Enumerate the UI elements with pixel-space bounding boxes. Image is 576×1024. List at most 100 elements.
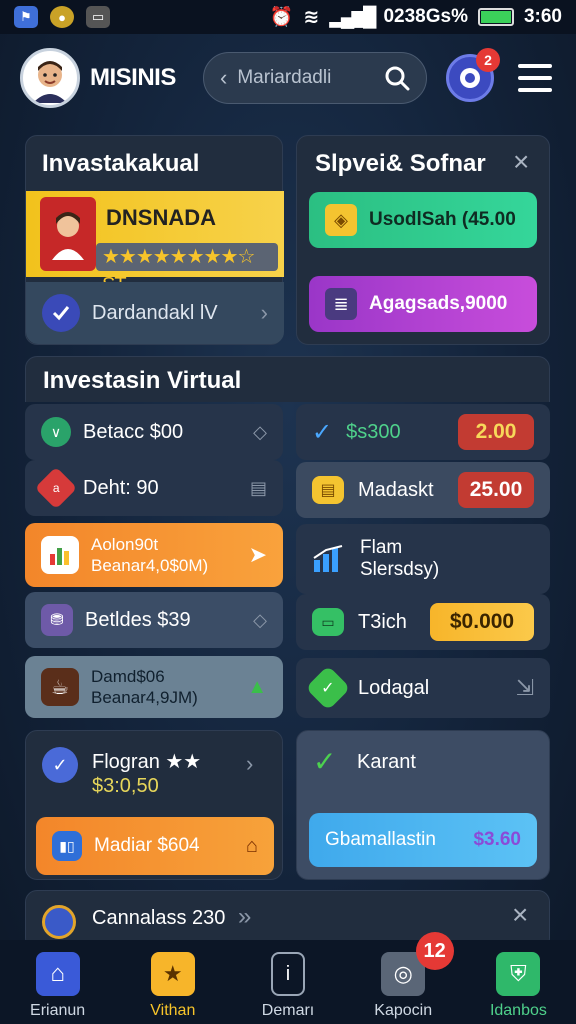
row-line1: Aolon90t [91,535,159,554]
nav-item-vithan[interactable]: ★ Vithan [115,940,230,1024]
close-icon[interactable]: × [512,899,528,931]
app-notification-icon: ⚑ [14,6,38,28]
nav-label: Vithan [150,1002,196,1019]
nav-label: Idanbos [489,1002,547,1019]
shield-check-icon [42,294,80,332]
shield-icon: ⛨ [496,952,541,996]
investment-card: Invastakakual DNSNADA ★★★★★★★★☆ ST Darda… [25,135,284,345]
orange-action-button[interactable]: ▮▯ Madiar $604 ⌂ [36,817,274,875]
row-label: T3ich [358,610,407,633]
alert-diamond-icon: a [34,466,78,510]
chevron-right-icon: › [260,300,268,325]
status-bar: ⚑ ● ▭ ⏰ ≋ ▂▄▆█ 0238Gs% 3:60 [0,0,576,34]
list-item-flam[interactable]: Flam Slersdsy) [296,524,550,594]
row-label: Dardandakl lV [92,301,218,324]
list-item-s300[interactable]: ✓ $s300 2.00 [296,404,550,460]
nav-label: Erianun [30,1002,86,1019]
back-arrow-icon[interactable]: ‹ [220,65,227,91]
user-avatar-icon [33,61,67,103]
row-line1: Damd$06 [91,667,165,686]
search-bar[interactable]: ‹ Mariardadli [203,52,427,104]
triangle-up-icon: ▲ [247,675,267,698]
chart-star-icon: ★ [150,952,195,996]
double-chevron-icon[interactable]: » [238,903,251,931]
row-label: Cannalass 230 [92,907,226,929]
nav-label: Demarı [261,1002,315,1019]
cash-icon: ▭ [312,608,344,636]
list-item-debt[interactable]: a Deht: 90 ▤ [25,460,283,516]
services-card: Slpvei& Sofnar × ◈ UsodlSah (45.00 ≣ Aga… [296,135,550,345]
list-item-tich[interactable]: ▭ T3ich $0.000 [296,594,550,650]
search-icon[interactable] [384,65,410,91]
section-header: Investasin Virtual [25,356,550,402]
nav-item-home[interactable]: ⌂ Erianun [0,940,115,1024]
row-label: $s300 [346,420,401,443]
value-pill: 2.00 [458,414,534,450]
banner-name: DNSNADA [106,205,216,230]
green-action-button[interactable]: ◈ UsodlSah (45.00 [309,192,537,248]
close-icon[interactable]: × [513,146,529,178]
bar-chart-icon [41,536,79,574]
chevron-right-icon[interactable]: › [246,751,253,777]
nav-item-kapocin[interactable]: ◎ Kapocin 12 [346,932,461,1024]
row-label: Betldes $39 [85,608,191,631]
card-title: Slpvei& Sofnar [315,150,486,177]
checkmark-icon: ✓ [313,746,337,777]
refresh-icon [42,905,76,939]
list-item-madaskt[interactable]: ▤ Madaskt 25.00 [296,462,550,518]
alarm-icon: ⏰ [269,7,294,28]
list-item-betldes[interactable]: ⛃ Betldes $39 ◇ [25,592,283,648]
app-title: MISINIS [90,64,176,91]
row-line2: Slersdsy) [360,559,440,580]
list-item-orange[interactable]: Aolon90t Beanar4,0$0M) ➤ [25,523,283,587]
check-diamond-icon: ✓ [305,665,351,711]
green-button-label: UsodlSah (45.00 [369,209,516,230]
purple-button-label: Agagsads,9000 [369,293,508,314]
blue-action-button[interactable]: Gbamallastin $3.60 [309,813,537,867]
coins-icon: ⛃ [41,604,73,636]
home-icon: ⌂ [245,834,258,857]
value-pill: $0.000 [430,603,534,641]
arrow-icon: ⇲ [515,675,534,700]
search-input[interactable]: Mariardadli [237,67,374,89]
stack-icon: ≣ [325,288,357,320]
purple-action-button[interactable]: ≣ Agagsads,9000 [309,276,537,332]
nav-label: Kapocin [374,1002,433,1019]
row-label: Madaskt [358,478,434,501]
row-label: Lodagal [358,676,430,699]
checkmark-icon: ✓ [312,418,333,446]
card-title: Karant [357,751,416,773]
karant-card: ✓ Karant Gbamallastin $3.60 [296,730,550,880]
check-badge-icon: ✓ [42,747,78,783]
nav-item-idanbos[interactable]: ⛨ Idanbos [461,940,576,1024]
notification-badge: 12 [415,932,454,970]
row-dashboard[interactable]: Dardandakl lV › [26,282,284,344]
bottom-navigation: ⌂ Erianun ★ Vithan i Demarı ◎ Kapocin 12… [0,932,576,1024]
battery-icon [477,8,514,26]
list-item-betacc[interactable]: ∨ Betacc $00 ◇ [25,404,283,460]
row-label: Deht: 90 [83,476,159,499]
profile-banner[interactable]: DNSNADA ★★★★★★★★☆ ST [26,191,284,296]
wallet-icon: ◈ [325,204,357,236]
arrow-right-icon: ➤ [248,542,267,567]
notification-badge: 2 [476,48,500,72]
list-item-lodagal[interactable]: ✓ Lodagal ⇲ [296,658,550,718]
document-icon: ▤ [249,477,267,498]
chevron-down-icon: ∨ [41,417,71,447]
media-notification-icon: ▭ [86,6,110,28]
button-label: Madiar $604 [94,835,200,856]
card-title: Invastakakual [42,150,200,177]
card-title: Flogran ★★ [92,751,202,773]
nav-item-demari[interactable]: i Demarı [230,940,345,1024]
battery-percentage: 0238Gs% [383,6,468,27]
clock: 3:60 [523,6,562,27]
diamond-arrow-icon: ◇ [253,609,267,630]
growth-chart-icon [313,545,343,572]
document-icon: i [271,952,305,996]
diamond-arrow-icon: ◇ [253,421,267,442]
hamburger-menu-icon[interactable] [518,64,552,92]
avatar[interactable] [20,48,80,108]
list-item-damd[interactable]: ☕ Damd$06 Beanar4,9JM) ▲ [25,656,283,718]
ticket-icon: ▤ [312,476,344,504]
row-label: Betacc $00 [83,420,184,443]
